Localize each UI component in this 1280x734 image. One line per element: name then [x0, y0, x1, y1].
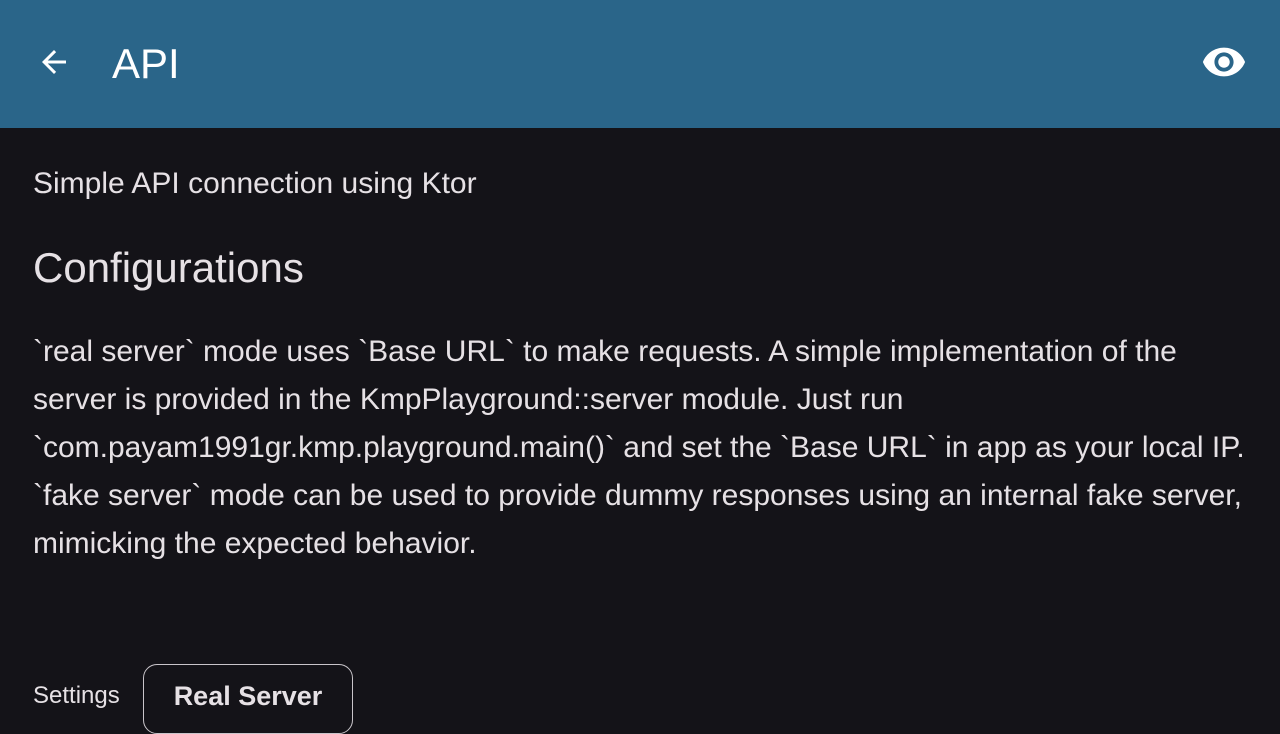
page-title: API: [112, 40, 180, 87]
arrow-back-icon: [36, 44, 72, 85]
fake-server-description: `fake server` mode can be used to provid…: [33, 479, 1242, 560]
section-title: Configurations: [33, 244, 304, 291]
top-app-bar: API: [0, 0, 1280, 128]
toggle-visibility-button[interactable]: [1196, 40, 1252, 88]
back-button[interactable]: [24, 40, 88, 88]
server-mode-button[interactable]: Real Server: [143, 664, 353, 734]
real-server-description: `real server` mode uses `Base URL` to ma…: [33, 335, 1245, 464]
page-subtitle: Simple API connection using Ktor: [33, 167, 477, 200]
settings-label: Settings: [33, 682, 120, 709]
eye-icon: [1201, 39, 1247, 90]
configuration-description: `real server` mode uses `Base URL` to ma…: [33, 328, 1248, 568]
